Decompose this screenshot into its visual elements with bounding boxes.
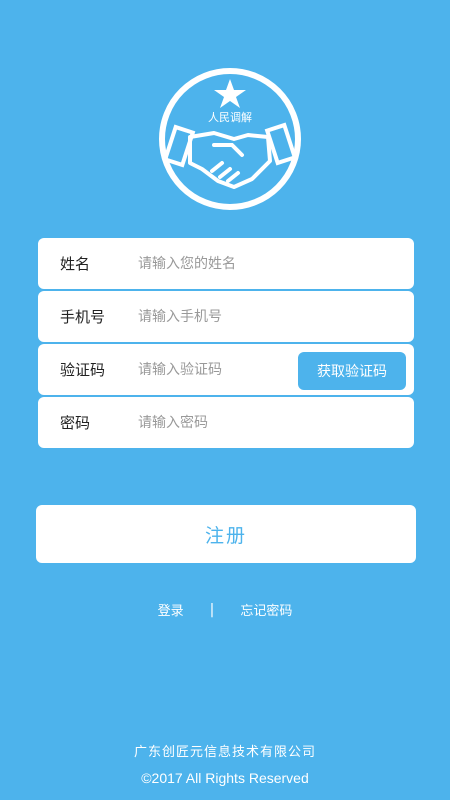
app-logo: 人民调解 [156, 65, 304, 213]
phone-input[interactable] [138, 301, 298, 332]
name-label: 姓名 [60, 255, 91, 273]
get-code-button[interactable]: 获取验证码 [298, 352, 406, 390]
phone-label: 手机号 [60, 308, 106, 326]
code-label: 验证码 [60, 361, 106, 379]
name-input[interactable] [138, 248, 298, 279]
auth-links: 登录 | 忘记密码 [0, 600, 450, 620]
company-name: 广东创匠元信息技术有限公司 [133, 745, 316, 760]
login-link[interactable]: 登录 [158, 600, 184, 619]
code-input[interactable] [138, 354, 298, 385]
code-row: 验证码 获取验证码 [38, 344, 414, 395]
phone-row: 手机号 [38, 291, 414, 342]
handshake-logo-icon: 人民调解 [159, 68, 301, 210]
password-label: 密码 [60, 414, 91, 432]
forgot-password-link[interactable]: 忘记密码 [240, 600, 292, 619]
register-button[interactable]: 注册 [36, 505, 416, 563]
register-screen: 人民调解 姓名 手机号 验证码 获取验证码 密码 注册 [0, 0, 450, 800]
name-row: 姓名 [38, 238, 414, 289]
password-input[interactable] [138, 407, 298, 438]
copyright-text: ©2017 All Rights Reserved [141, 770, 309, 786]
password-row: 密码 [38, 397, 414, 448]
logo-text: 人民调解 [208, 110, 252, 124]
register-form: 姓名 手机号 验证码 获取验证码 密码 [38, 238, 414, 450]
link-separator: | [209, 601, 215, 618]
